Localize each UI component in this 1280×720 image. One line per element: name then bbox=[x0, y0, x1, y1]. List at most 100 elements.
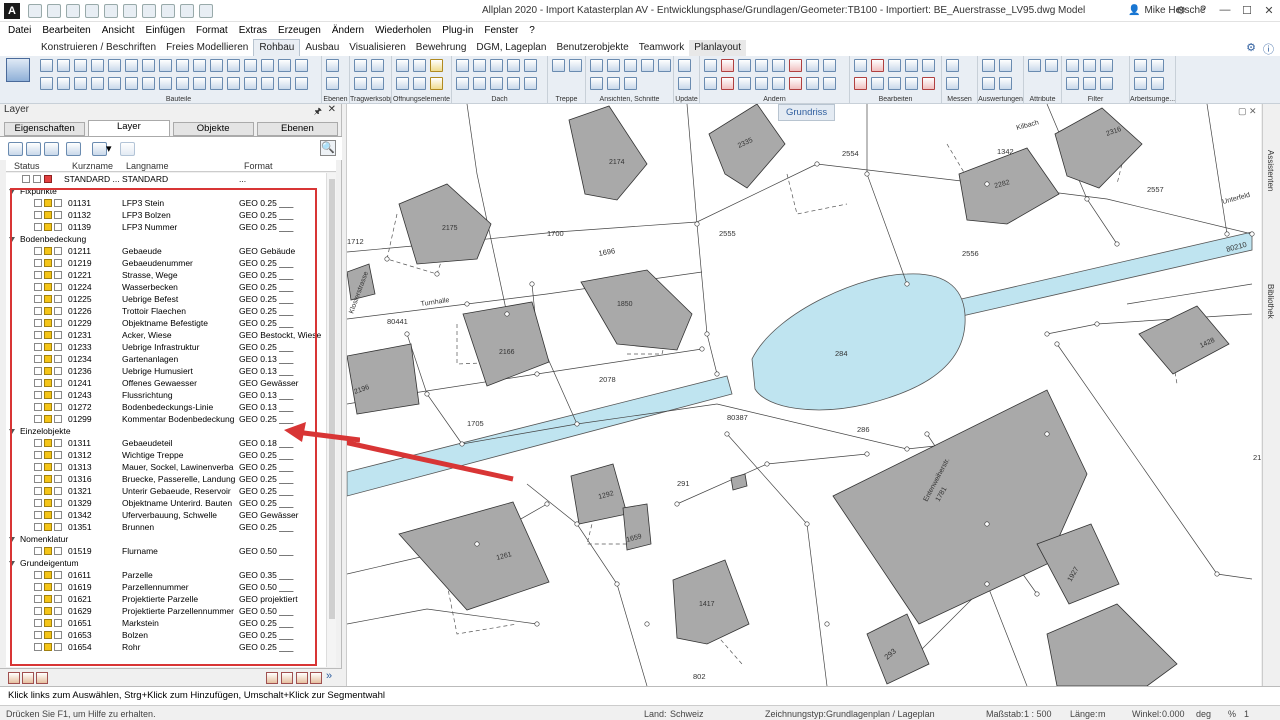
ribbon-tool-icon[interactable] bbox=[569, 59, 582, 72]
ribbon-tool-icon[interactable] bbox=[227, 59, 240, 72]
status-box-visible[interactable] bbox=[44, 607, 52, 615]
layer-row[interactable]: 01621 Projektierte Parzelle GEO projektier… bbox=[6, 593, 326, 605]
status-winkel-unit[interactable]: deg bbox=[1196, 709, 1211, 719]
ribbon-tool-icon[interactable] bbox=[721, 76, 734, 90]
ribbon-tab-7[interactable]: Benutzerobjekte bbox=[551, 40, 633, 56]
layer-format[interactable]: GEO 0.25 ___ bbox=[239, 269, 293, 281]
ribbon-tool-icon[interactable] bbox=[946, 76, 959, 90]
layer-add-icon[interactable] bbox=[8, 142, 23, 156]
scrollbar-thumb[interactable] bbox=[329, 179, 335, 619]
status-box-visible[interactable] bbox=[44, 211, 52, 219]
ribbon-tool-icon[interactable] bbox=[142, 76, 155, 90]
layer-row[interactable]: 01654 Rohr GEO 0.25 ___ bbox=[6, 641, 326, 653]
status-box[interactable] bbox=[34, 571, 42, 579]
ribbon-tool-icon[interactable] bbox=[396, 76, 409, 90]
menu-item-9[interactable]: Plug-in bbox=[442, 25, 473, 36]
layer-format[interactable]: GEO 0.50 ___ bbox=[239, 581, 293, 593]
status-box[interactable] bbox=[54, 223, 62, 231]
layer-format[interactable]: GEO 0.25 ___ bbox=[239, 221, 293, 233]
ribbon-tool-icon[interactable] bbox=[193, 59, 206, 72]
layer-tool-1-icon[interactable] bbox=[8, 672, 20, 684]
status-box[interactable] bbox=[54, 583, 62, 591]
ribbon-tool-icon[interactable] bbox=[430, 59, 443, 72]
ribbon-tool-icon[interactable] bbox=[227, 76, 240, 90]
status-box[interactable] bbox=[34, 343, 42, 351]
status-box-visible[interactable] bbox=[44, 451, 52, 459]
ribbon-tool-icon[interactable] bbox=[999, 59, 1012, 72]
ribbon-tool-icon[interactable] bbox=[1066, 76, 1079, 90]
status-zeichnungstyp[interactable]: Grundlagenplan / Lageplan bbox=[826, 709, 935, 719]
ribbon-tool-icon[interactable] bbox=[1151, 59, 1164, 72]
ribbon-tool-icon[interactable] bbox=[244, 59, 257, 72]
status-box[interactable] bbox=[54, 487, 62, 495]
ribbon-tool-icon[interactable] bbox=[371, 59, 384, 72]
ribbon-tool-icon[interactable] bbox=[755, 76, 768, 90]
zoom-icon[interactable] bbox=[161, 3, 175, 18]
close-icon[interactable]: ✕ bbox=[1258, 0, 1280, 20]
ribbon-tool-icon[interactable] bbox=[624, 76, 637, 90]
layer-category-label[interactable]: Nomenklatur bbox=[9, 533, 68, 545]
status-box[interactable] bbox=[54, 259, 62, 267]
status-box-visible[interactable] bbox=[44, 319, 52, 327]
layer-row[interactable]: 01629 Projektierte Parzellennummer GEO 0.5… bbox=[6, 605, 326, 617]
ribbon-tool-icon[interactable] bbox=[524, 59, 537, 72]
undo-icon[interactable] bbox=[123, 3, 137, 18]
ribbon-tool-icon[interactable] bbox=[854, 59, 867, 72]
menu-item-6[interactable]: Erzeugen bbox=[278, 25, 321, 36]
status-box-visible[interactable] bbox=[44, 259, 52, 267]
status-box[interactable] bbox=[34, 415, 42, 423]
layer-format[interactable]: GEO 0.25 ___ bbox=[239, 209, 293, 221]
status-box-visible[interactable] bbox=[44, 499, 52, 507]
status-box[interactable] bbox=[34, 607, 42, 615]
layer-format[interactable]: GEO 0.25 ___ bbox=[239, 461, 293, 473]
ribbon-tool-icon[interactable] bbox=[823, 59, 836, 72]
ribbon-tab-9[interactable]: Planlayout bbox=[689, 40, 746, 56]
layer-format[interactable]: GEO 0.25 ___ bbox=[239, 317, 293, 329]
ribbon-tool-icon[interactable] bbox=[789, 76, 802, 90]
ribbon-tool-icon[interactable] bbox=[905, 76, 918, 90]
layer-format[interactable]: GEO 0.25 ___ bbox=[239, 293, 293, 305]
status-box-visible[interactable] bbox=[44, 223, 52, 231]
status-box[interactable] bbox=[54, 511, 62, 519]
status-box[interactable] bbox=[34, 475, 42, 483]
ribbon-tool-icon[interactable] bbox=[982, 59, 995, 72]
status-box[interactable] bbox=[34, 631, 42, 639]
status-box-visible[interactable] bbox=[44, 355, 52, 363]
ribbon-tool-icon[interactable] bbox=[922, 76, 935, 90]
status-massstab[interactable]: 1 : 500 bbox=[1024, 709, 1052, 719]
status-box[interactable] bbox=[34, 247, 42, 255]
status-box-visible[interactable] bbox=[44, 379, 52, 387]
status-box[interactable] bbox=[54, 619, 62, 627]
layer-row[interactable]: 01351 Brunnen GEO 0.25 ___ bbox=[6, 521, 326, 533]
layer-format[interactable]: GEO 0.25 ___ bbox=[239, 341, 293, 353]
ribbon-tool-icon[interactable] bbox=[278, 76, 291, 90]
ribbon-tool-icon[interactable] bbox=[430, 76, 443, 90]
layer-category[interactable]: Bodenbedeckung bbox=[6, 233, 326, 245]
layer-format[interactable]: GEO Gewässer bbox=[239, 509, 299, 521]
new-file-icon[interactable] bbox=[28, 3, 42, 18]
ribbon-tool-icon[interactable] bbox=[854, 76, 867, 90]
layer-format[interactable]: GEO 0.13 ___ bbox=[239, 401, 293, 413]
display-mode-icon[interactable] bbox=[6, 58, 30, 82]
layer-row[interactable]: 01311 Gebaeudeteil GEO 0.18 ___ bbox=[6, 437, 326, 449]
ribbon-tool-icon[interactable] bbox=[326, 76, 339, 90]
ribbon-tool-icon[interactable] bbox=[678, 76, 691, 90]
status-box[interactable] bbox=[34, 439, 42, 447]
layer-tool-5-icon[interactable] bbox=[281, 672, 293, 684]
status-box-visible[interactable] bbox=[44, 595, 52, 603]
status-box[interactable] bbox=[54, 439, 62, 447]
ribbon-tool-icon[interactable] bbox=[108, 59, 121, 72]
chevron-down-icon[interactable]: ▾ bbox=[106, 142, 114, 156]
layer-format[interactable]: GEO 0.25 ___ bbox=[239, 521, 293, 533]
ribbon-tool-icon[interactable] bbox=[704, 59, 717, 72]
status-box-visible[interactable] bbox=[44, 247, 52, 255]
layer-format[interactable]: GEO 0.25 ___ bbox=[239, 485, 293, 497]
status-box[interactable] bbox=[54, 367, 62, 375]
status-box[interactable] bbox=[54, 391, 62, 399]
layer-format[interactable]: GEO Bestockt, Wiese bbox=[239, 329, 321, 341]
status-box-visible[interactable] bbox=[44, 619, 52, 627]
collapse-triangle-icon[interactable] bbox=[9, 189, 15, 195]
ribbon-tool-icon[interactable] bbox=[1045, 59, 1058, 72]
layer-row[interactable]: 01519 Flurname GEO 0.50 ___ bbox=[6, 545, 326, 557]
layer-format[interactable]: GEO 0.25 ___ bbox=[239, 473, 293, 485]
